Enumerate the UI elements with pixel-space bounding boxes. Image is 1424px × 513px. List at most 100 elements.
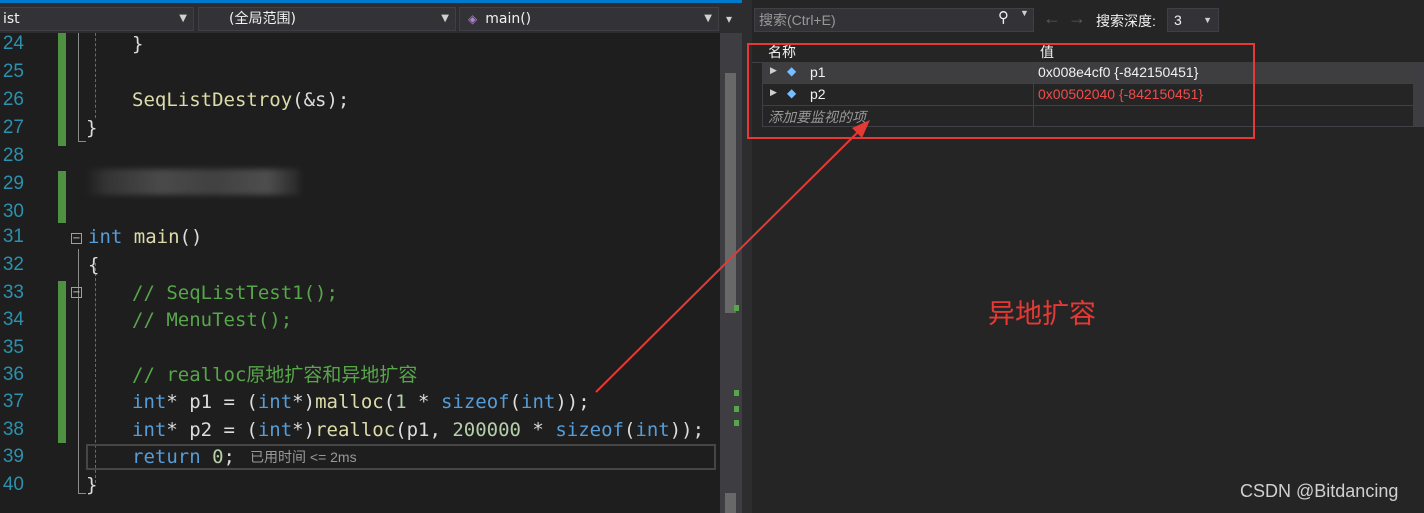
editor-scrollbar[interactable] (720, 33, 742, 513)
chevron-down-icon: ▼ (441, 13, 449, 24)
code-keyword: int (257, 419, 293, 441)
code-text: * (406, 391, 441, 413)
code-line: 27 } (0, 114, 720, 142)
chevron-down-icon[interactable]: ▼ (1020, 8, 1029, 18)
code-comment: // SeqListTest1(); (132, 282, 338, 304)
line-number: 38 (2, 419, 24, 440)
code-function: malloc (315, 391, 384, 413)
code-keyword: int (257, 391, 293, 413)
watermark: CSDN @Bitdancing (1240, 481, 1399, 501)
line-number: 36 (2, 364, 24, 385)
code-line: 25 (0, 58, 720, 86)
line-number: 28 (2, 145, 24, 166)
watch-scrollbar[interactable] (1413, 62, 1424, 126)
search-depth-label: 搜索深度: (1096, 13, 1156, 29)
code-number: 200000 (452, 419, 521, 441)
code-text: * p2 = ( (166, 419, 258, 441)
highlight-box (747, 43, 1255, 139)
line-number: 27 (2, 117, 24, 138)
code-keyword: sizeof (440, 391, 510, 413)
annotation-label: 异地扩容 (988, 299, 1096, 330)
code-line: 34 // MenuTest(); (0, 306, 720, 334)
code-line: 24 } (0, 30, 720, 58)
code-text: ( (383, 391, 396, 413)
code-line: 31 int main() (0, 223, 720, 251)
code-text: * p1 = ( (166, 391, 258, 413)
code-keyword: int (88, 226, 123, 248)
code-function: realloc (315, 419, 396, 441)
watch-search-input[interactable]: 搜索(Ctrl+E) (754, 8, 1034, 32)
code-area[interactable]: − − 24 } 25 26 SeqListDestroy(&s); 27 } … (0, 33, 720, 513)
line-number: 30 (2, 201, 24, 222)
scope-dropdown-label: (全局范围) (229, 11, 296, 27)
search-depth-value: 3 (1174, 12, 1182, 28)
scroll-change-mark (734, 420, 739, 426)
chevron-down-icon: ▼ (1203, 15, 1212, 25)
code-line: 36 // realloc原地扩容和异地扩容 (0, 361, 720, 389)
code-function: main (133, 226, 180, 248)
chevron-down-icon: ▼ (179, 13, 187, 24)
code-line: 37 int* p1 = (int*)malloc(1 * sizeof(int… (0, 388, 720, 416)
code-text: (&s); (292, 89, 350, 111)
code-text: { (88, 254, 100, 276)
line-number: 33 (2, 282, 24, 303)
line-number: 31 (2, 226, 24, 247)
code-line: 32 { (0, 251, 720, 279)
code-text: )); (555, 391, 590, 413)
function-dropdown-label: main() (485, 11, 532, 27)
line-number: 37 (2, 391, 24, 412)
file-dropdown[interactable]: ist ▼ (0, 7, 194, 31)
line-number: 26 (2, 89, 24, 110)
code-text: * (520, 419, 556, 441)
line-number: 39 (2, 446, 24, 467)
line-number: 34 (2, 309, 24, 330)
code-line: 39 return 0; 已用时间 <= 2ms (0, 443, 720, 471)
code-line: 26 SeqListDestroy(&s); (0, 86, 720, 114)
line-number: 29 (2, 173, 24, 194)
code-text: *) (292, 391, 316, 413)
line-number: 40 (2, 474, 24, 495)
function-dropdown[interactable]: ◈ main() ▼ (459, 7, 719, 31)
code-line: 40 } (0, 471, 720, 499)
code-editor[interactable]: ist ▼ (全局范围) ▼ ◈ main() ▼ ▾ − − 24 } 25 … (0, 0, 745, 513)
code-line: 38 int* p2 = (int*)realloc(p1, 200000 * … (0, 416, 720, 444)
code-text: ( (509, 391, 522, 413)
perf-tip: 已用时间 <= 2ms (250, 449, 357, 465)
navigation-bar: ist ▼ (全局范围) ▼ ◈ main() ▼ ▾ (0, 0, 745, 33)
arrow-right-icon[interactable]: → (1068, 8, 1086, 29)
code-comment: // realloc原地扩容和异地扩容 (132, 364, 418, 386)
code-keyword: return (132, 446, 201, 468)
scrollbar-thumb[interactable] (725, 73, 736, 313)
code-line: 33 // SeqListTest1(); (0, 279, 720, 307)
code-text: ( (623, 419, 636, 441)
code-text: () (179, 226, 203, 248)
code-line: 28 (0, 142, 720, 170)
code-text: } (86, 117, 98, 139)
line-number: 24 (2, 33, 24, 54)
scroll-change-mark (734, 305, 739, 311)
code-text: (p1, (395, 419, 453, 441)
line-number: 35 (2, 337, 24, 358)
code-text: *) (292, 419, 316, 441)
code-text: )); (669, 419, 705, 441)
split-editor-button[interactable]: ▾ (721, 9, 737, 29)
search-icon[interactable]: ⚲ (998, 8, 1009, 26)
chevron-down-icon: ▼ (704, 13, 712, 24)
line-number: 32 (2, 254, 24, 275)
code-text: } (132, 33, 144, 55)
code-function: SeqListDestroy (132, 89, 293, 111)
scrollbar-thumb[interactable] (725, 493, 736, 513)
file-dropdown-label: ist (3, 11, 20, 27)
scope-dropdown[interactable]: (全局范围) ▼ (198, 7, 456, 31)
search-depth-dropdown[interactable]: 3 ▼ (1167, 8, 1219, 32)
code-line: 30 (0, 198, 720, 226)
code-keyword: int (521, 391, 556, 413)
watch-toolbar: 搜索(Ctrl+E) ⚲ ▼ ← → 搜索深度: 3 ▼ (752, 5, 1424, 35)
code-keyword: int (635, 419, 670, 441)
code-number: 0 (212, 446, 224, 468)
code-text: } (86, 474, 98, 496)
blurred-comment (85, 169, 300, 195)
line-number: 25 (2, 61, 24, 82)
code-keyword: int (132, 391, 167, 413)
arrow-left-icon[interactable]: ← (1043, 8, 1061, 29)
